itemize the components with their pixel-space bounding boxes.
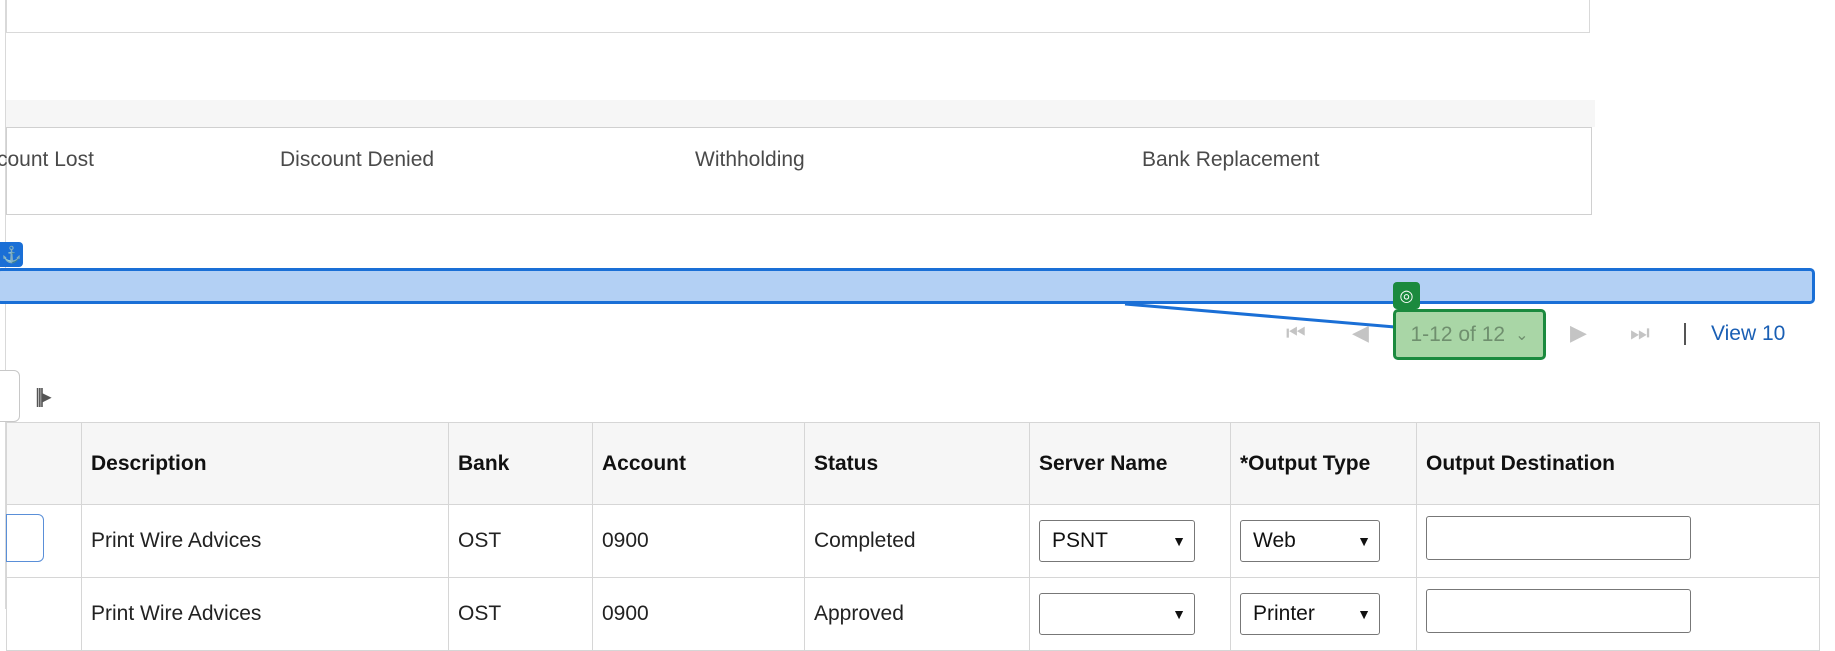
server-name-cell: ▼ [1029, 577, 1231, 651]
status-cell: Completed [804, 504, 1030, 578]
output-type-select[interactable]: Web ▼ [1240, 520, 1380, 562]
account-cell: 0900 [592, 504, 805, 578]
server-name-value: PSNT [1052, 529, 1109, 552]
last-page-icon[interactable]: ⏭ [1630, 320, 1650, 346]
column-chooser-icon[interactable]: |||▸ [35, 384, 52, 409]
output-destination-cell [1416, 504, 1820, 578]
output-type-cell: Printer ▼ [1230, 577, 1417, 651]
column-header-status[interactable]: Status [804, 422, 1030, 505]
output-type-value: Web [1253, 529, 1296, 552]
prev-page-icon[interactable]: ◀ [1352, 320, 1369, 346]
column-header-server-name[interactable]: Server Name [1029, 422, 1231, 505]
output-destination-cell [1416, 577, 1820, 651]
description-cell: Print Wire Advices [81, 504, 449, 578]
server-name-select[interactable]: PSNT ▼ [1039, 520, 1195, 562]
output-destination-input[interactable] [1426, 589, 1691, 633]
chevron-down-icon: ▼ [1172, 533, 1186, 549]
view-10-link[interactable]: View 10 [1711, 322, 1785, 346]
chevron-down-icon: ▼ [1357, 606, 1371, 622]
server-name-cell: PSNT ▼ [1029, 504, 1231, 578]
row-select-input[interactable] [6, 514, 44, 562]
output-type-value: Printer [1253, 602, 1315, 625]
pager-divider [1684, 323, 1686, 345]
bank-cell: OST [448, 504, 593, 578]
chevron-down-icon: ▼ [1172, 606, 1186, 622]
first-page-icon[interactable]: ⏮ [1286, 320, 1306, 346]
column-header-description[interactable]: Description [81, 422, 449, 505]
chevron-down-icon: ▼ [1357, 533, 1371, 549]
bank-cell: OST [448, 577, 593, 651]
row-select-cell [6, 577, 82, 651]
table-header-row: Description Bank Account Status Server N… [6, 422, 1820, 505]
next-page-icon[interactable]: ▶ [1570, 320, 1587, 346]
pager-range-select[interactable]: 1-12 of 12 ⌄ [1393, 309, 1546, 360]
server-name-select[interactable]: ▼ [1039, 593, 1195, 635]
table-row: Print Wire Advices OST 0900 Approved ▼ P… [6, 577, 1820, 651]
table-row: Print Wire Advices OST 0900 Completed PS… [6, 504, 1820, 578]
description-cell: Print Wire Advices [81, 577, 449, 651]
chevron-down-icon: ⌄ [1515, 326, 1529, 344]
select-column-header [6, 422, 82, 505]
output-destination-input[interactable] [1426, 516, 1691, 560]
account-cell: 0900 [592, 577, 805, 651]
column-header-bank[interactable]: Bank [448, 422, 593, 505]
output-type-cell: Web ▼ [1230, 504, 1417, 578]
pager-range-label: 1-12 of 12 [1410, 322, 1506, 346]
column-header-output-type[interactable]: *Output Type [1230, 422, 1417, 505]
status-cell: Approved [804, 577, 1030, 651]
column-header-account[interactable]: Account [592, 422, 805, 505]
target-icon: ◎ [1393, 282, 1420, 309]
column-header-output-destination[interactable]: Output Destination [1416, 422, 1820, 505]
output-type-select[interactable]: Printer ▼ [1240, 593, 1380, 635]
process-grid: Description Bank Account Status Server N… [6, 422, 1820, 651]
grid-toolbar-tab[interactable] [0, 370, 20, 422]
row-select-cell [6, 504, 82, 578]
